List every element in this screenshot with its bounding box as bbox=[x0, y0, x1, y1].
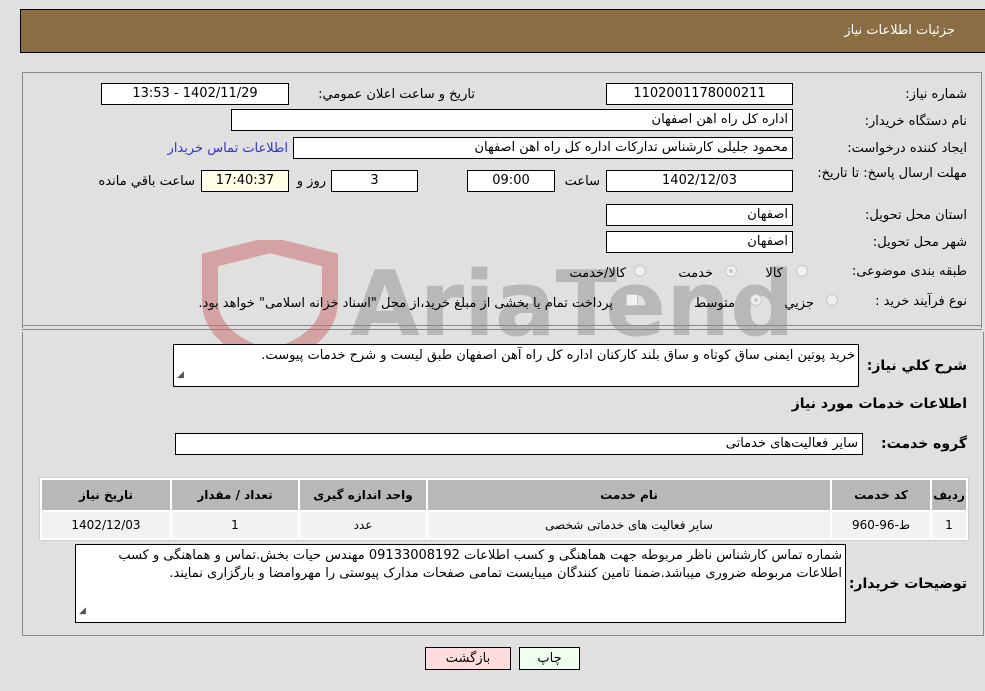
divider bbox=[22, 325, 982, 326]
category-option-goods-service: کالا/خدمت bbox=[569, 266, 626, 281]
back-button[interactable]: بازگشت bbox=[425, 647, 511, 670]
days-label: روز و bbox=[296, 174, 326, 189]
process-radio-medium[interactable] bbox=[750, 294, 762, 306]
col-need-date: تاریخ نیاز bbox=[42, 480, 170, 510]
col-row-number: ردیف bbox=[932, 480, 966, 510]
creator-field[interactable]: محمود جلیلی کارشناس تدارکات اداره کل راه… bbox=[293, 137, 793, 159]
announce-field[interactable]: 1402/11/29 - 13:53 bbox=[101, 83, 289, 105]
cell-row-number: 1 bbox=[932, 512, 966, 538]
col-service-name: نام خدمت bbox=[428, 480, 830, 510]
page-title: جزئیات اطلاعات نیاز bbox=[844, 23, 955, 38]
divider bbox=[22, 329, 982, 330]
cell-quantity: 1 bbox=[172, 512, 298, 538]
deadline-label: مهلت ارسال پاسخ: تا تاریخ: bbox=[817, 166, 967, 181]
province-label: استان محل تحویل: bbox=[865, 208, 967, 223]
buyer-notes-label: توضیحات خریدار: bbox=[848, 576, 967, 592]
cell-need-date: 1402/12/03 bbox=[42, 512, 170, 538]
description-textarea[interactable]: خرید پوتین ایمنی ساق کوتاه و ساق بلند کا… bbox=[173, 344, 859, 387]
page-header: جزئیات اطلاعات نیاز bbox=[20, 9, 985, 53]
col-quantity: تعداد / مقدار bbox=[172, 480, 298, 510]
resize-grip-icon[interactable]: ◢ bbox=[177, 366, 184, 384]
province-field[interactable]: اصفهان bbox=[606, 204, 793, 226]
process-option-minor: جزيي bbox=[784, 296, 814, 311]
service-group-label: گروه خدمت: bbox=[881, 436, 967, 452]
deadline-time-field[interactable]: 09:00 bbox=[467, 170, 555, 192]
deadline-date-field[interactable]: 1402/12/03 bbox=[606, 170, 793, 192]
buyer-contact-link[interactable]: اطلاعات تماس خریدار bbox=[168, 141, 288, 156]
buyer-org-label: نام دستگاه خریدار: bbox=[864, 114, 967, 129]
description-text: خرید پوتین ایمنی ساق کوتاه و ساق بلند کا… bbox=[261, 348, 855, 363]
category-label: طبقه بندی موضوعی: bbox=[851, 264, 967, 279]
col-service-code: کد خدمت bbox=[832, 480, 930, 510]
treasury-checkbox[interactable] bbox=[626, 294, 638, 306]
city-label: شهر محل تحویل: bbox=[872, 235, 967, 250]
category-option-service: خدمت bbox=[678, 266, 713, 281]
col-unit: واحد اندازه گیری bbox=[300, 480, 426, 510]
buyer-org-field[interactable]: اداره کل راه اهن اصفهان bbox=[231, 109, 793, 131]
category-radio-service[interactable] bbox=[725, 265, 737, 277]
table-header-row: ردیف کد خدمت نام خدمت واحد اندازه گیری ت… bbox=[42, 480, 966, 510]
treasury-note: پرداخت تمام یا بخشی از مبلغ خرید،از محل … bbox=[198, 296, 613, 311]
buyer-notes-textarea[interactable]: شماره تماس کارشناس ناظر مربوطه جهت هماهن… bbox=[75, 544, 846, 623]
description-label: شرح کلي نیاز: bbox=[866, 358, 967, 374]
need-number-field[interactable]: 1102001178000211 bbox=[606, 83, 793, 105]
category-radio-goods[interactable] bbox=[796, 265, 808, 277]
remaining-time-field[interactable]: 17:40:37 bbox=[201, 170, 289, 192]
process-option-medium: متوسط bbox=[694, 296, 735, 311]
days-remaining-field[interactable]: 3 bbox=[331, 170, 418, 192]
services-table: ردیف کد خدمت نام خدمت واحد اندازه گیری ت… bbox=[39, 477, 969, 541]
deadline-time-label: ساعت bbox=[564, 174, 600, 189]
process-label: نوع فرآیند خرید : bbox=[875, 294, 967, 309]
resize-grip-icon[interactable]: ◢ bbox=[79, 602, 86, 620]
process-radio-minor[interactable] bbox=[826, 294, 838, 306]
remaining-label: ساعت باقي مانده bbox=[98, 174, 195, 189]
creator-label: ایجاد کننده درخواست: bbox=[847, 141, 967, 156]
need-number-label: شماره نیاز: bbox=[905, 87, 967, 102]
category-radio-goods-service[interactable] bbox=[634, 265, 646, 277]
cell-service-code: ط-96-960 bbox=[832, 512, 930, 538]
announce-label: تاریخ و ساعت اعلان عمومي: bbox=[318, 87, 475, 102]
cell-service-name: سایر فعالیت های خدماتی شخصی bbox=[428, 512, 830, 538]
category-option-goods: کالا bbox=[765, 266, 783, 281]
service-group-field[interactable]: سایر فعالیت‌های خدماتی bbox=[175, 433, 863, 455]
cell-unit: عدد bbox=[300, 512, 426, 538]
services-section-title: اطلاعات خدمات مورد نیاز bbox=[791, 396, 967, 412]
buyer-notes-text: شماره تماس کارشناس ناظر مربوطه جهت هماهن… bbox=[118, 548, 842, 581]
print-button[interactable]: چاپ bbox=[519, 647, 580, 670]
table-row: 1 ط-96-960 سایر فعالیت های خدماتی شخصی ع… bbox=[42, 512, 966, 538]
city-field[interactable]: اصفهان bbox=[606, 231, 793, 253]
